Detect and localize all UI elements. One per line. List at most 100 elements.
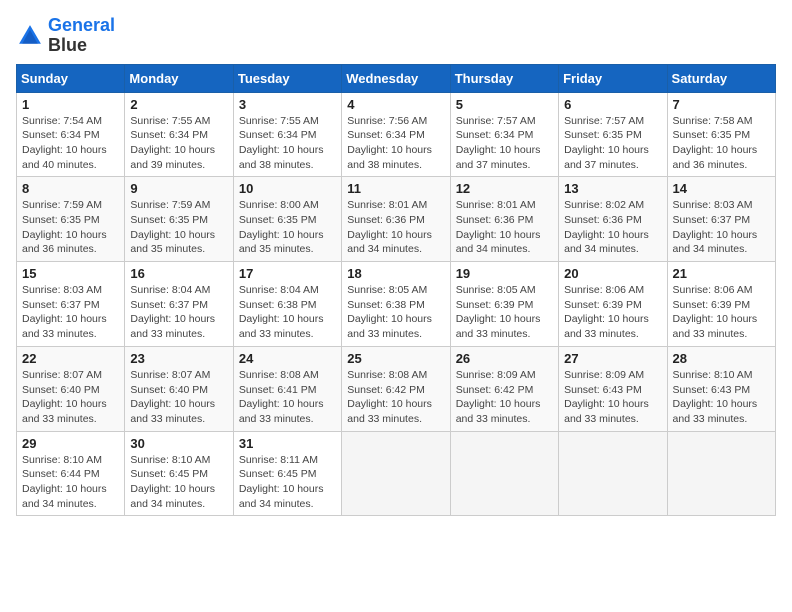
day-info: Sunrise: 8:00 AM Sunset: 6:35 PM Dayligh…: [239, 198, 336, 257]
day-info: Sunrise: 8:05 AM Sunset: 6:39 PM Dayligh…: [456, 283, 553, 342]
page-header: General Blue: [16, 16, 776, 56]
day-number: 20: [564, 266, 661, 281]
day-number: 15: [22, 266, 119, 281]
day-number: 4: [347, 97, 444, 112]
calendar-day-cell: 18 Sunrise: 8:05 AM Sunset: 6:38 PM Dayl…: [342, 262, 450, 347]
calendar-header-cell: Saturday: [667, 64, 775, 92]
logo-text: General Blue: [48, 16, 115, 56]
day-info: Sunrise: 8:07 AM Sunset: 6:40 PM Dayligh…: [22, 368, 119, 427]
day-info: Sunrise: 7:58 AM Sunset: 6:35 PM Dayligh…: [673, 114, 770, 173]
day-info: Sunrise: 8:04 AM Sunset: 6:37 PM Dayligh…: [130, 283, 227, 342]
calendar-day-cell: [342, 431, 450, 516]
calendar-body: 1 Sunrise: 7:54 AM Sunset: 6:34 PM Dayli…: [17, 92, 776, 516]
calendar-day-cell: 5 Sunrise: 7:57 AM Sunset: 6:34 PM Dayli…: [450, 92, 558, 177]
day-number: 12: [456, 181, 553, 196]
day-info: Sunrise: 8:02 AM Sunset: 6:36 PM Dayligh…: [564, 198, 661, 257]
calendar-day-cell: 8 Sunrise: 7:59 AM Sunset: 6:35 PM Dayli…: [17, 177, 125, 262]
calendar-day-cell: 10 Sunrise: 8:00 AM Sunset: 6:35 PM Dayl…: [233, 177, 341, 262]
day-number: 21: [673, 266, 770, 281]
calendar-day-cell: 11 Sunrise: 8:01 AM Sunset: 6:36 PM Dayl…: [342, 177, 450, 262]
day-number: 13: [564, 181, 661, 196]
day-info: Sunrise: 8:06 AM Sunset: 6:39 PM Dayligh…: [673, 283, 770, 342]
calendar-day-cell: 7 Sunrise: 7:58 AM Sunset: 6:35 PM Dayli…: [667, 92, 775, 177]
day-info: Sunrise: 8:10 AM Sunset: 6:45 PM Dayligh…: [130, 453, 227, 512]
day-number: 30: [130, 436, 227, 451]
calendar-day-cell: 9 Sunrise: 7:59 AM Sunset: 6:35 PM Dayli…: [125, 177, 233, 262]
day-number: 23: [130, 351, 227, 366]
calendar-header-cell: Wednesday: [342, 64, 450, 92]
calendar-header-cell: Thursday: [450, 64, 558, 92]
calendar-week-row: 8 Sunrise: 7:59 AM Sunset: 6:35 PM Dayli…: [17, 177, 776, 262]
day-info: Sunrise: 7:57 AM Sunset: 6:34 PM Dayligh…: [456, 114, 553, 173]
day-number: 6: [564, 97, 661, 112]
calendar-day-cell: 28 Sunrise: 8:10 AM Sunset: 6:43 PM Dayl…: [667, 346, 775, 431]
calendar-day-cell: 1 Sunrise: 7:54 AM Sunset: 6:34 PM Dayli…: [17, 92, 125, 177]
calendar-table: SundayMondayTuesdayWednesdayThursdayFrid…: [16, 64, 776, 517]
day-info: Sunrise: 7:59 AM Sunset: 6:35 PM Dayligh…: [130, 198, 227, 257]
calendar-day-cell: [667, 431, 775, 516]
calendar-day-cell: 25 Sunrise: 8:08 AM Sunset: 6:42 PM Dayl…: [342, 346, 450, 431]
day-info: Sunrise: 8:06 AM Sunset: 6:39 PM Dayligh…: [564, 283, 661, 342]
calendar-day-cell: 19 Sunrise: 8:05 AM Sunset: 6:39 PM Dayl…: [450, 262, 558, 347]
calendar-day-cell: 26 Sunrise: 8:09 AM Sunset: 6:42 PM Dayl…: [450, 346, 558, 431]
day-number: 19: [456, 266, 553, 281]
calendar-day-cell: 30 Sunrise: 8:10 AM Sunset: 6:45 PM Dayl…: [125, 431, 233, 516]
calendar-day-cell: 4 Sunrise: 7:56 AM Sunset: 6:34 PM Dayli…: [342, 92, 450, 177]
day-number: 16: [130, 266, 227, 281]
calendar-day-cell: 2 Sunrise: 7:55 AM Sunset: 6:34 PM Dayli…: [125, 92, 233, 177]
calendar-day-cell: 31 Sunrise: 8:11 AM Sunset: 6:45 PM Dayl…: [233, 431, 341, 516]
day-info: Sunrise: 7:55 AM Sunset: 6:34 PM Dayligh…: [130, 114, 227, 173]
day-info: Sunrise: 7:59 AM Sunset: 6:35 PM Dayligh…: [22, 198, 119, 257]
calendar-header-cell: Sunday: [17, 64, 125, 92]
day-info: Sunrise: 8:08 AM Sunset: 6:41 PM Dayligh…: [239, 368, 336, 427]
day-number: 17: [239, 266, 336, 281]
day-info: Sunrise: 7:54 AM Sunset: 6:34 PM Dayligh…: [22, 114, 119, 173]
day-info: Sunrise: 8:01 AM Sunset: 6:36 PM Dayligh…: [347, 198, 444, 257]
day-info: Sunrise: 8:01 AM Sunset: 6:36 PM Dayligh…: [456, 198, 553, 257]
day-number: 1: [22, 97, 119, 112]
calendar-day-cell: [559, 431, 667, 516]
calendar-day-cell: 6 Sunrise: 7:57 AM Sunset: 6:35 PM Dayli…: [559, 92, 667, 177]
day-number: 31: [239, 436, 336, 451]
day-number: 11: [347, 181, 444, 196]
day-number: 7: [673, 97, 770, 112]
day-info: Sunrise: 8:10 AM Sunset: 6:44 PM Dayligh…: [22, 453, 119, 512]
calendar-day-cell: 17 Sunrise: 8:04 AM Sunset: 6:38 PM Dayl…: [233, 262, 341, 347]
calendar-day-cell: 15 Sunrise: 8:03 AM Sunset: 6:37 PM Dayl…: [17, 262, 125, 347]
logo-icon: [16, 22, 44, 50]
calendar-day-cell: 23 Sunrise: 8:07 AM Sunset: 6:40 PM Dayl…: [125, 346, 233, 431]
day-number: 8: [22, 181, 119, 196]
day-info: Sunrise: 8:05 AM Sunset: 6:38 PM Dayligh…: [347, 283, 444, 342]
day-number: 18: [347, 266, 444, 281]
calendar-header-row: SundayMondayTuesdayWednesdayThursdayFrid…: [17, 64, 776, 92]
day-info: Sunrise: 8:04 AM Sunset: 6:38 PM Dayligh…: [239, 283, 336, 342]
day-number: 27: [564, 351, 661, 366]
day-number: 24: [239, 351, 336, 366]
day-info: Sunrise: 8:09 AM Sunset: 6:42 PM Dayligh…: [456, 368, 553, 427]
calendar-day-cell: 14 Sunrise: 8:03 AM Sunset: 6:37 PM Dayl…: [667, 177, 775, 262]
calendar-week-row: 22 Sunrise: 8:07 AM Sunset: 6:40 PM Dayl…: [17, 346, 776, 431]
day-number: 14: [673, 181, 770, 196]
day-info: Sunrise: 8:11 AM Sunset: 6:45 PM Dayligh…: [239, 453, 336, 512]
calendar-header-cell: Tuesday: [233, 64, 341, 92]
day-info: Sunrise: 8:03 AM Sunset: 6:37 PM Dayligh…: [22, 283, 119, 342]
calendar-week-row: 29 Sunrise: 8:10 AM Sunset: 6:44 PM Dayl…: [17, 431, 776, 516]
day-number: 26: [456, 351, 553, 366]
day-info: Sunrise: 7:56 AM Sunset: 6:34 PM Dayligh…: [347, 114, 444, 173]
calendar-day-cell: 24 Sunrise: 8:08 AM Sunset: 6:41 PM Dayl…: [233, 346, 341, 431]
calendar-day-cell: 21 Sunrise: 8:06 AM Sunset: 6:39 PM Dayl…: [667, 262, 775, 347]
calendar-day-cell: 16 Sunrise: 8:04 AM Sunset: 6:37 PM Dayl…: [125, 262, 233, 347]
calendar-header-cell: Friday: [559, 64, 667, 92]
calendar-day-cell: 3 Sunrise: 7:55 AM Sunset: 6:34 PM Dayli…: [233, 92, 341, 177]
day-info: Sunrise: 8:03 AM Sunset: 6:37 PM Dayligh…: [673, 198, 770, 257]
day-info: Sunrise: 7:57 AM Sunset: 6:35 PM Dayligh…: [564, 114, 661, 173]
calendar-week-row: 1 Sunrise: 7:54 AM Sunset: 6:34 PM Dayli…: [17, 92, 776, 177]
calendar-day-cell: 27 Sunrise: 8:09 AM Sunset: 6:43 PM Dayl…: [559, 346, 667, 431]
day-info: Sunrise: 8:10 AM Sunset: 6:43 PM Dayligh…: [673, 368, 770, 427]
day-number: 29: [22, 436, 119, 451]
day-number: 28: [673, 351, 770, 366]
logo: General Blue: [16, 16, 115, 56]
calendar-day-cell: 12 Sunrise: 8:01 AM Sunset: 6:36 PM Dayl…: [450, 177, 558, 262]
day-number: 9: [130, 181, 227, 196]
day-number: 22: [22, 351, 119, 366]
